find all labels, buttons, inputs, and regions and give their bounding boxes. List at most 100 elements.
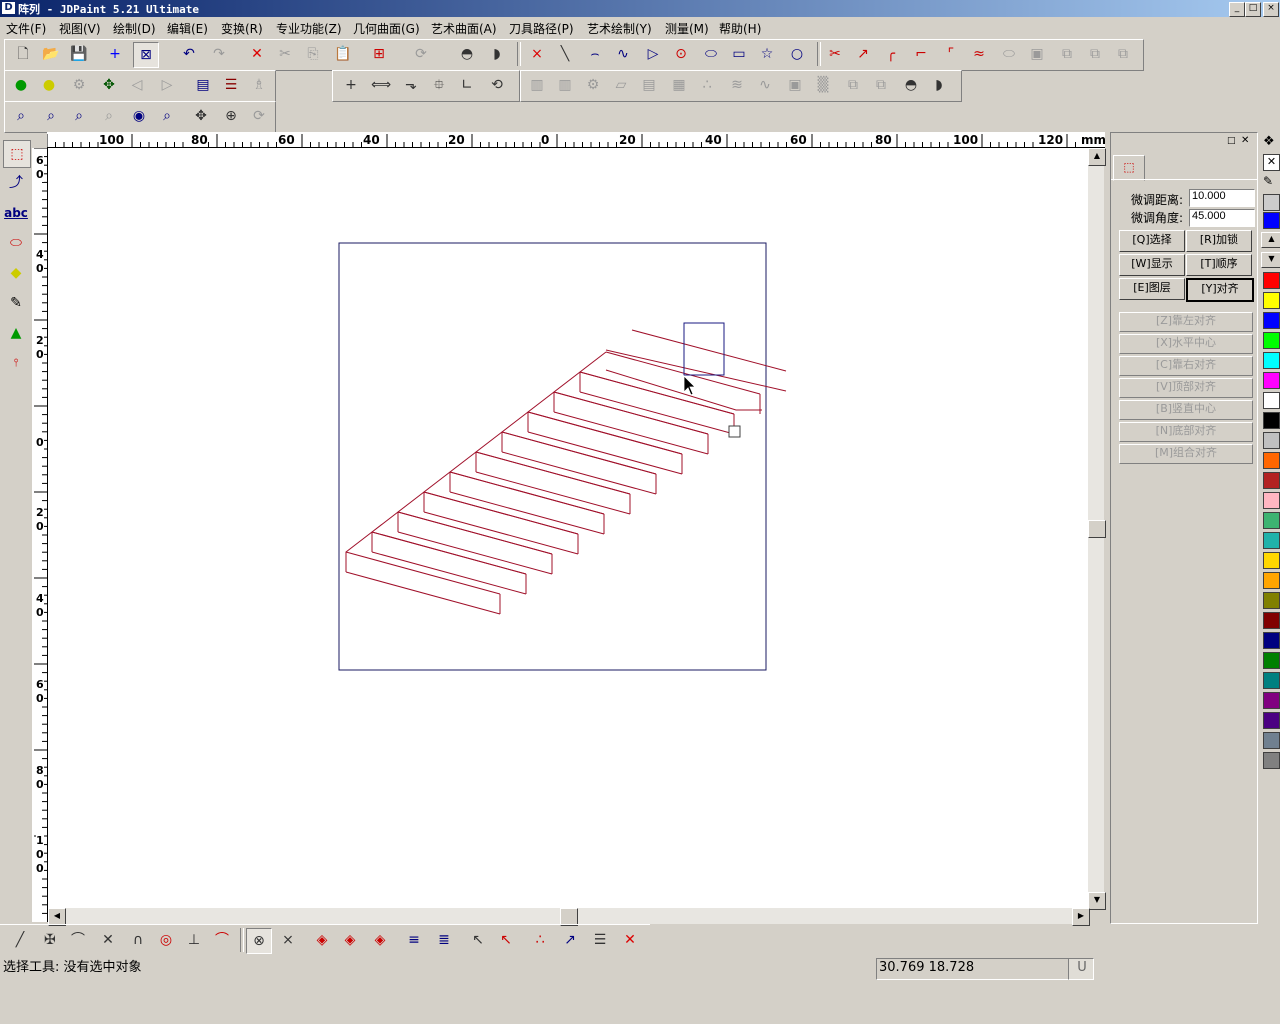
layer-stack-icon[interactable]: ≡	[402, 928, 426, 952]
angle-icon[interactable]: ∟	[455, 73, 479, 97]
vertical-scroll-thumb[interactable]	[1088, 520, 1106, 538]
drawing-canvas[interactable]	[48, 148, 1088, 908]
drawing-svg[interactable]	[48, 148, 1088, 908]
menu-transform[interactable]: 变换(R)	[221, 20, 263, 37]
vertical-scrollbar[interactable]: ▲ ▼	[1088, 148, 1106, 910]
layer-button[interactable]: [E]图层	[1119, 278, 1185, 300]
cut-icon[interactable]: ✂	[273, 42, 297, 66]
tab-node-edit[interactable]: ⬚	[1113, 155, 1145, 181]
snap-cross-icon[interactable]: +	[103, 42, 127, 66]
zoom-region-icon[interactable]: ⌕	[155, 104, 179, 128]
pattern-swatch[interactable]	[1263, 194, 1280, 211]
snap-point-icon[interactable]: ⊗	[246, 928, 272, 954]
snap-center-icon[interactable]: ◎	[154, 928, 178, 952]
slot-icon[interactable]: ⬭	[997, 42, 1021, 66]
color-swatch[interactable]	[1263, 732, 1280, 749]
menu-professional[interactable]: 专业功能(Z)	[276, 20, 342, 37]
circle-icon[interactable]: ○	[785, 42, 809, 66]
menu-geometric-surface[interactable]: 几何曲面(G)	[353, 20, 420, 37]
delete-icon[interactable]: ✕	[245, 42, 269, 66]
knife-tool-icon[interactable]: ⫯	[3, 350, 29, 376]
undo-icon[interactable]: ↶	[177, 42, 201, 66]
dots-grid-icon[interactable]: ▒	[811, 73, 835, 97]
select-mode-button[interactable]: [Q]选择	[1119, 230, 1185, 252]
point-icon[interactable]: ×	[525, 42, 549, 66]
pointer-x-icon[interactable]: ↖	[466, 928, 490, 952]
fillet-icon[interactable]: ╭	[879, 42, 903, 66]
step-icon[interactable]: ⬎	[399, 73, 423, 97]
arc-icon[interactable]: ⌢	[583, 42, 607, 66]
plus-icon[interactable]: +	[339, 73, 363, 97]
transform-tool-icon[interactable]: ⬭	[3, 230, 29, 256]
menu-art-surface[interactable]: 艺术曲面(A)	[431, 20, 497, 37]
paste-icon[interactable]: 📋	[331, 42, 355, 66]
mesh-icon[interactable]: ▦	[667, 73, 691, 97]
color-swatch[interactable]	[1263, 352, 1280, 369]
color-swatch[interactable]	[1263, 512, 1280, 529]
zoom-extents-icon[interactable]: ⌕	[97, 104, 121, 128]
extend-icon[interactable]: ↗	[851, 42, 875, 66]
color-swatch[interactable]	[1263, 432, 1280, 449]
scroll-right-button[interactable]: ▶	[1072, 908, 1090, 926]
left-arrow-icon[interactable]: ◁	[125, 73, 149, 97]
new-file-icon[interactable]: 🗋	[11, 42, 35, 66]
spline-icon[interactable]: ∿	[611, 42, 635, 66]
snap-angle-icon[interactable]: ⨯	[276, 928, 300, 952]
align-group-button[interactable]: [M]组合对齐	[1119, 444, 1253, 464]
scroll-up-button[interactable]: ▲	[1088, 148, 1106, 166]
color-swatch[interactable]	[1263, 292, 1280, 309]
yellow-bulb-icon[interactable]: ●	[37, 73, 61, 97]
palette-up-button[interactable]: ▲	[1261, 232, 1280, 248]
close-button[interactable]: ×	[1263, 2, 1279, 17]
zoom-out-icon[interactable]: ⌕	[67, 104, 91, 128]
redo-icon[interactable]: ↷	[207, 42, 231, 66]
color-swatch[interactable]	[1263, 372, 1280, 389]
zoom-in-icon[interactable]: ⌕	[39, 104, 63, 128]
eye-icon[interactable]: ◉	[127, 104, 151, 128]
diamond1-icon[interactable]: ◈	[310, 928, 334, 952]
dimension-icon[interactable]: ⟺	[369, 73, 393, 97]
color-swatch[interactable]	[1263, 572, 1280, 589]
pan-icon[interactable]: ✥	[189, 104, 213, 128]
box-icon[interactable]: ▱	[609, 73, 633, 97]
align-right-button[interactable]: [C]靠右对齐	[1119, 356, 1253, 376]
fine-distance-input[interactable]: 10.000	[1189, 189, 1255, 207]
curve-icon[interactable]: ∿	[753, 73, 777, 97]
offset-icon[interactable]: ≈	[967, 42, 991, 66]
polyline-icon[interactable]: ▷	[641, 42, 665, 66]
corner-icon[interactable]: ⌜	[939, 42, 963, 66]
palette-picker-icon[interactable]: ❖	[1263, 134, 1275, 149]
grid-icon[interactable]: ⊞	[367, 42, 391, 66]
snap-perpendicular-icon[interactable]: ⊥	[182, 928, 206, 952]
color-swatch[interactable]	[1263, 592, 1280, 609]
line-icon[interactable]: ╲	[553, 42, 577, 66]
tray-icon[interactable]: ▤	[637, 73, 661, 97]
color-swatch[interactable]	[1263, 712, 1280, 729]
distribute-icon[interactable]: ▥	[553, 73, 577, 97]
zoom-window-icon[interactable]: ⌕	[9, 104, 33, 128]
horizontal-scrollbar[interactable]: ◀ ▶	[48, 908, 1090, 926]
palette-down-button[interactable]: ▼	[1261, 252, 1280, 268]
color-swatch[interactable]	[1263, 552, 1280, 569]
node-edit-icon[interactable]: ⬚	[3, 140, 31, 168]
combine-icon[interactable]: ⧉	[869, 73, 893, 97]
trophy-icon[interactable]: ♗	[247, 73, 271, 97]
panel-restore-icon[interactable]: □	[1227, 136, 1236, 146]
gear-icon[interactable]: ⚙	[67, 73, 91, 97]
color-swatch[interactable]	[1263, 752, 1280, 769]
display-button[interactable]: [W]显示	[1119, 254, 1185, 276]
select-box-icon[interactable]: ⊠	[133, 42, 159, 68]
fill-tool-icon[interactable]: ◆	[3, 260, 29, 286]
snap-endpoint-icon[interactable]: ╱	[8, 928, 32, 952]
rectangle-icon[interactable]: ▭	[727, 42, 751, 66]
scatter-points-icon[interactable]: ∴	[528, 928, 552, 952]
menu-file[interactable]: 文件(F)	[6, 20, 46, 37]
array1-icon[interactable]: ⧉	[1055, 42, 1079, 66]
color-swatch[interactable]	[1263, 412, 1280, 429]
array3-icon[interactable]: ⧉	[1111, 42, 1135, 66]
minimize-button[interactable]: _	[1229, 2, 1245, 17]
align-tool-icon[interactable]: ▥	[525, 73, 549, 97]
pencil-icon[interactable]: ✎	[3, 290, 29, 316]
node-grid-icon[interactable]: ▣	[783, 73, 807, 97]
snap-midpoint-icon[interactable]: ✠	[38, 928, 62, 952]
